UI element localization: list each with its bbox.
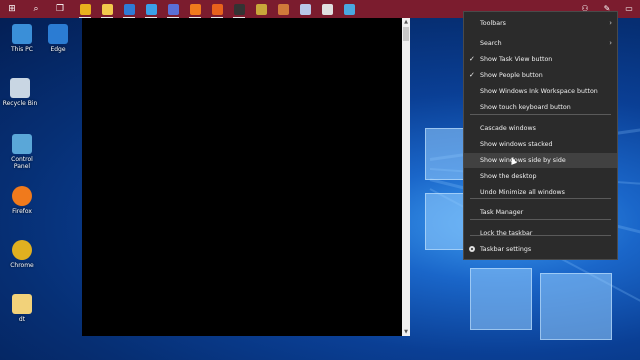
recycle-bin-icon: [10, 78, 30, 98]
menu-item-toolbars[interactable]: Toolbars ›: [464, 16, 617, 31]
firefox-icon: [12, 186, 32, 206]
task-view-icon[interactable]: ❐: [52, 1, 68, 17]
menu-item-label: Show the desktop: [480, 173, 537, 180]
menu-item-show-people-button[interactable]: ✓ Show People button: [464, 68, 617, 83]
firefox-alt-taskbar-icon[interactable]: [208, 0, 226, 18]
desktop-icon-recycle-bin[interactable]: Recycle Bin: [2, 78, 38, 107]
edge-taskbar-icon[interactable]: [120, 0, 138, 18]
gear-icon: [469, 246, 475, 252]
desktop-icon-control-panel[interactable]: Control Panel: [4, 134, 40, 170]
checkmark-icon: ✓: [469, 55, 475, 63]
dt-icon: [12, 294, 32, 314]
menu-item-show-touch-keyboard-button[interactable]: Show touch keyboard button: [464, 100, 617, 115]
taskbar-context-menu: Toolbars › Search › ✓ Show Task View button ✓ S…: [463, 11, 618, 260]
scroll-down-arrow-icon[interactable]: ▼: [402, 328, 410, 336]
search-icon[interactable]: ⌕: [28, 1, 44, 17]
menu-item-label: Taskbar settings: [480, 246, 532, 253]
menu-item-label: Toolbars: [480, 20, 506, 27]
tool-taskbar-icon[interactable]: [252, 0, 270, 18]
menu-item-label: Show Windows Ink Workspace button: [480, 88, 598, 95]
ie-taskbar-icon[interactable]: [142, 0, 160, 18]
chrome-icon: [12, 240, 32, 260]
menu-item-lock-the-taskbar[interactable]: Lock the taskbar: [464, 226, 617, 241]
desktop-icon-edge[interactable]: Edge: [40, 24, 76, 53]
menu-item-label: Lock the taskbar: [480, 230, 533, 237]
desktop-icon-label: Control Panel: [11, 156, 33, 170]
desktop-icon-label: Recycle Bin: [2, 100, 38, 107]
desktop-icon-chrome[interactable]: Chrome: [4, 240, 40, 269]
graph-app-taskbar-icon[interactable]: [340, 0, 358, 18]
menu-item-label: Search: [480, 40, 502, 47]
menu-item-undo-minimize-all-windows[interactable]: Undo Minimize all windows: [464, 185, 617, 200]
edge-icon: [48, 24, 68, 44]
menu-item-label: Task Manager: [480, 209, 524, 216]
menu-item-cascade-windows[interactable]: Cascade windows: [464, 121, 617, 136]
file-explorer-taskbar-icon[interactable]: [98, 0, 116, 18]
menu-item-show-task-view-button[interactable]: ✓ Show Task View button: [464, 52, 617, 67]
paint-taskbar-icon[interactable]: [274, 0, 292, 18]
menu-item-show-windows-stacked[interactable]: Show windows stacked: [464, 137, 617, 152]
terminal-taskbar-icon[interactable]: [230, 0, 248, 18]
chrome-taskbar-icon[interactable]: [76, 0, 94, 18]
menu-item-search[interactable]: Search ›: [464, 36, 617, 51]
this-pc-icon: [12, 24, 32, 44]
app-taskbar-icon[interactable]: [296, 0, 314, 18]
menu-item-label: Cascade windows: [480, 125, 536, 132]
start-button[interactable]: ⊞: [4, 1, 20, 17]
menu-item-label: Show windows stacked: [480, 141, 553, 148]
chevron-right-icon: ›: [609, 19, 612, 27]
menu-item-taskbar-settings[interactable]: Taskbar settings: [464, 242, 617, 257]
menu-item-label: Show Task View button: [480, 56, 553, 63]
desktop-icon-firefox[interactable]: Firefox: [4, 186, 40, 215]
menu-item-show-windows-side-by-side[interactable]: Show windows side by side: [464, 153, 617, 168]
scroll-thumb[interactable]: [403, 27, 409, 41]
menu-item-label: Show People button: [480, 72, 543, 79]
settings-app-taskbar-icon[interactable]: [164, 0, 182, 18]
menu-item-show-windows-ink-workspace-button[interactable]: Show Windows Ink Workspace button: [464, 84, 617, 99]
menu-item-label: Undo Minimize all windows: [480, 189, 565, 196]
scroll-up-arrow-icon[interactable]: ▲: [402, 18, 410, 26]
control-panel-icon: [12, 134, 32, 154]
menu-item-label: Show windows side by side: [480, 157, 566, 164]
desktop-icon-label: Edge: [50, 46, 66, 53]
vertical-scrollbar[interactable]: ▲ ▼: [402, 18, 410, 336]
desktop-icon-label: This PC: [11, 46, 33, 53]
desktop-icon-this-pc[interactable]: This PC: [4, 24, 40, 53]
notification-icon[interactable]: ▭: [621, 1, 637, 17]
firefox-taskbar-icon[interactable]: [186, 0, 204, 18]
desktop-icon-dt[interactable]: dt: [4, 294, 40, 323]
desktop-icon-label: Firefox: [12, 208, 32, 215]
desktop-icon-label: Chrome: [10, 262, 34, 269]
desktop-icon-label: dt: [18, 316, 26, 323]
black-window[interactable]: ▲ ▼: [82, 18, 410, 336]
menu-item-task-manager[interactable]: Task Manager: [464, 205, 617, 220]
dot-taskbar-icon[interactable]: [318, 0, 336, 18]
chevron-right-icon: ›: [609, 39, 612, 47]
menu-item-label: Show touch keyboard button: [480, 104, 571, 111]
menu-item-show-the-desktop[interactable]: Show the desktop: [464, 169, 617, 184]
checkmark-icon: ✓: [469, 71, 475, 79]
